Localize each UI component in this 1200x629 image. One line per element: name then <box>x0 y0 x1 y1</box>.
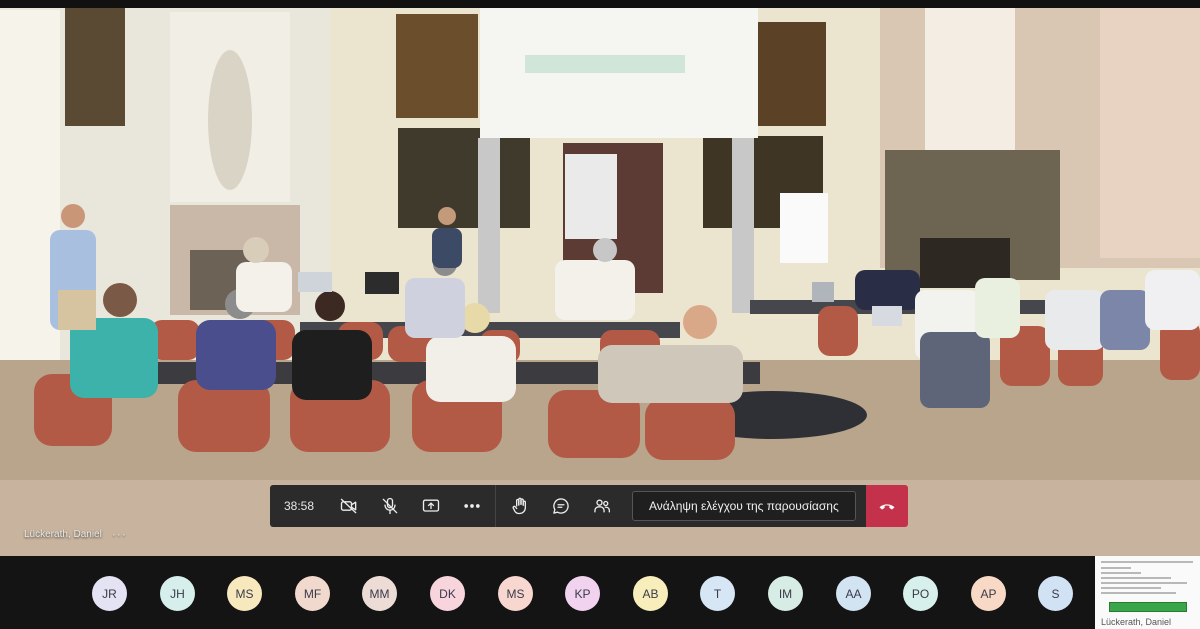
call-timer: 38:58 <box>283 499 315 513</box>
speaker-name-label: Lückerath, Daniel ··· <box>24 527 127 541</box>
thumbnail-text-line <box>1101 592 1176 594</box>
participant-avatar[interactable]: JR <box>92 576 127 611</box>
thumbnail-text-line <box>1101 582 1187 584</box>
participant-avatar[interactable]: AA <box>836 576 871 611</box>
mic-off-icon <box>382 497 397 515</box>
raise-hand-icon <box>512 497 526 515</box>
share-screen-icon <box>422 499 439 512</box>
hang-up-button[interactable] <box>865 485 908 527</box>
raise-hand-button[interactable] <box>499 485 540 527</box>
self-video-thumbnail[interactable]: Lückerath, Daniel <box>1095 556 1200 629</box>
thumbnail-text-line <box>1101 577 1171 579</box>
thumbnail-highlight-bar <box>1109 602 1187 612</box>
participant-avatar[interactable]: MM <box>362 576 397 611</box>
meeting-control-bar: 38:58 Ανάληψη ελέγχου της παρουσίασης <box>270 485 908 527</box>
participants-icon <box>593 499 610 513</box>
participant-avatar[interactable]: KP <box>565 576 600 611</box>
presentation-control-wrap: Ανάληψη ελέγχου της παρουσίασης <box>622 485 866 527</box>
meeting-controls-group: 38:58 <box>270 485 622 527</box>
participants-button[interactable] <box>581 485 622 527</box>
conference-room-video <box>0 0 1200 556</box>
speaker-more-options-icon[interactable]: ··· <box>112 527 127 541</box>
thumbnail-text-line <box>1101 567 1131 569</box>
participant-avatar[interactable]: MS <box>498 576 533 611</box>
hang-up-icon <box>879 504 895 510</box>
participant-avatar[interactable]: DK <box>430 576 465 611</box>
camera-off-icon <box>340 498 356 514</box>
participant-avatar[interactable]: AB <box>633 576 668 611</box>
participant-avatar[interactable]: IM <box>768 576 803 611</box>
chat-button[interactable] <box>540 485 581 527</box>
speaker-name: Lückerath, Daniel <box>24 528 102 540</box>
camera-toggle-button[interactable] <box>328 485 369 527</box>
participant-avatar[interactable]: PO <box>903 576 938 611</box>
window-top-strip <box>0 0 1200 8</box>
participant-avatar[interactable]: MS <box>227 576 262 611</box>
thumbnail-text-line <box>1101 561 1193 563</box>
participant-avatar[interactable]: AP <box>971 576 1006 611</box>
more-options-button[interactable] <box>451 485 492 527</box>
thumbnail-text-line <box>1101 572 1141 574</box>
participant-avatar[interactable]: S <box>1038 576 1073 611</box>
take-control-presentation-button[interactable]: Ανάληψη ελέγχου της παρουσίασης <box>632 491 856 521</box>
thumbnail-text-line <box>1101 587 1161 589</box>
participant-avatar[interactable]: T <box>700 576 735 611</box>
participant-avatar[interactable]: JH <box>160 576 195 611</box>
control-divider <box>495 485 496 527</box>
chat-icon <box>552 498 569 514</box>
more-options-icon <box>463 504 480 508</box>
participant-avatar[interactable]: MF <box>295 576 330 611</box>
thumbnail-name: Lückerath, Daniel <box>1101 617 1172 627</box>
mic-toggle-button[interactable] <box>369 485 410 527</box>
main-video-stage: Lückerath, Daniel ··· 38:58 Ανάληψη ελέγ… <box>0 0 1200 556</box>
share-screen-button[interactable] <box>410 485 451 527</box>
